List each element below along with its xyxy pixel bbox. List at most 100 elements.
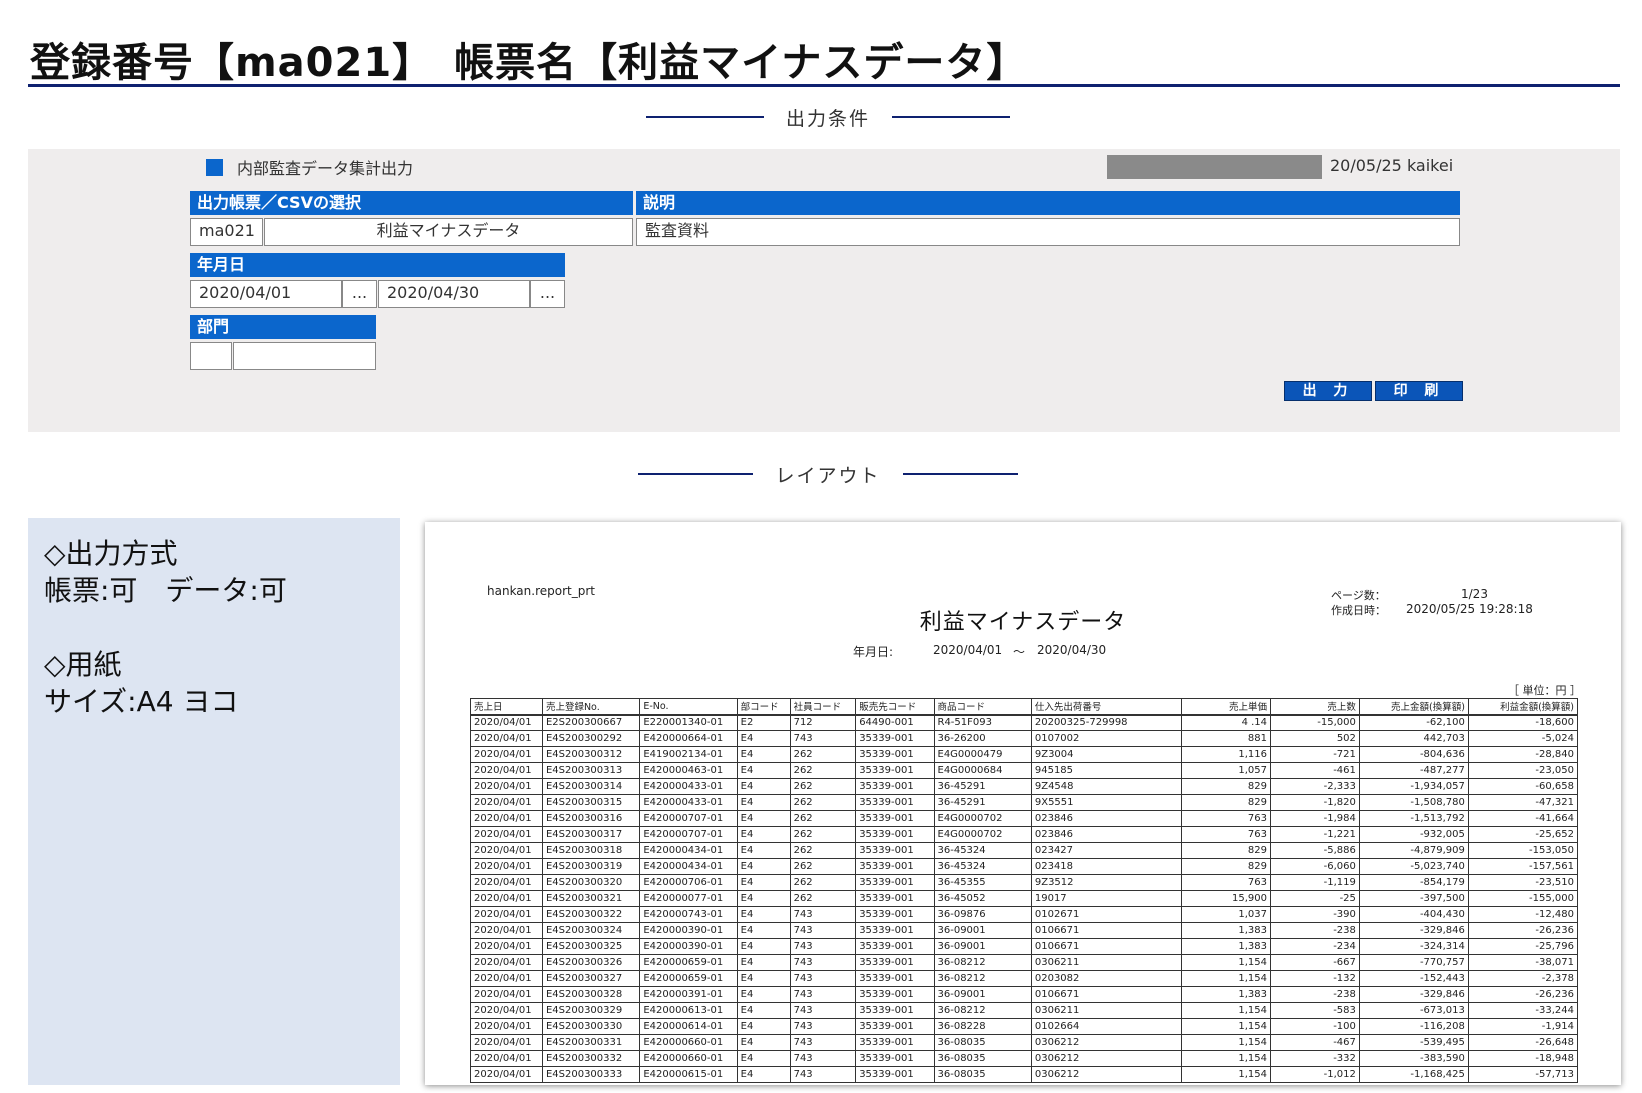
column-header: 売上金額(換算額) — [1358, 698, 1469, 715]
table-cell: E420000707-01 — [639, 810, 738, 827]
table-cell: 0203082 — [1030, 970, 1183, 987]
heading-line-right — [902, 473, 1018, 475]
table-cell: -1,221 — [1270, 826, 1360, 843]
paper-heading: ◇用紙 — [44, 648, 122, 681]
print-button[interactable]: 印 刷 — [1375, 381, 1463, 401]
table-cell: 35339-001 — [855, 794, 935, 811]
table-cell: -25,796 — [1467, 938, 1579, 955]
table-cell: E4S200300317 — [541, 826, 641, 843]
table-cell: 743 — [789, 1018, 857, 1035]
table-cell: E4 — [736, 746, 791, 763]
table-cell: 2020/04/01 — [470, 858, 543, 875]
table-cell: -467 — [1270, 1034, 1360, 1051]
table-cell: -854,179 — [1358, 874, 1469, 891]
table-cell: -1,513,792 — [1358, 810, 1469, 827]
page-title: 登録番号【ma021】 帳票名【利益マイナスデータ】 — [30, 40, 1028, 86]
table-cell: E420000390-01 — [639, 922, 738, 939]
report-preview: hankan.report_prt 利益マイナスデータ 年月日: 2020/04… — [425, 522, 1621, 1085]
table-cell: 743 — [789, 938, 857, 955]
table-cell: 881 — [1181, 730, 1272, 747]
table-cell: -6,060 — [1270, 858, 1360, 875]
date-to-picker-button[interactable]: ... — [530, 280, 565, 308]
table-cell: 35339-001 — [855, 970, 935, 987]
table-cell: E420000707-01 — [639, 826, 738, 843]
table-cell: 1,057 — [1181, 762, 1272, 779]
date-from-field[interactable]: 2020/04/01 — [190, 280, 342, 308]
table-cell: 35339-001 — [855, 890, 935, 907]
table-cell: 442,703 — [1358, 730, 1469, 747]
table-cell: -157,561 — [1467, 858, 1579, 875]
table-cell: 35339-001 — [855, 746, 935, 763]
table-cell: 0306212 — [1030, 1066, 1183, 1083]
table-cell: E420000743-01 — [639, 906, 738, 923]
table-cell: 1,154 — [1181, 1034, 1272, 1051]
department-code-field[interactable] — [190, 342, 232, 370]
table-cell: E4 — [736, 810, 791, 827]
table-row: 2020/04/01 E4S200300319 E420000434-01 E4 262… — [470, 858, 1579, 875]
table-cell: R4-51F093 — [933, 714, 1032, 731]
table-cell: E4 — [736, 938, 791, 955]
table-cell: 2020/04/01 — [470, 1018, 543, 1035]
table-cell: 262 — [789, 778, 857, 795]
table-cell: E4S200300331 — [541, 1034, 641, 1051]
table-cell: E4S200300332 — [541, 1050, 641, 1067]
table-cell: -41,664 — [1467, 810, 1579, 827]
table-cell: E4S200300322 — [541, 906, 641, 923]
table-cell: 1,037 — [1181, 906, 1272, 923]
section-heading-layout: レイアウト — [638, 459, 1018, 489]
table-cell: E4S200300318 — [541, 842, 641, 859]
table-cell: 829 — [1181, 794, 1272, 811]
table-row: 2020/04/01 E4S200300320 E420000706-01 E4 262… — [470, 874, 1579, 891]
table-cell: E2S200300667 — [541, 714, 641, 731]
table-row: 2020/04/01 E4S200300316 E420000707-01 E4 262… — [470, 810, 1579, 827]
report-date-to: 2020/04/30 — [1037, 643, 1107, 657]
table-cell: E4S200300329 — [541, 1002, 641, 1019]
column-header: 売上数 — [1270, 698, 1360, 715]
table-cell: -238 — [1270, 922, 1360, 939]
column-header: 利益金額(換算額) — [1467, 698, 1579, 715]
table-cell: -116,208 — [1358, 1018, 1469, 1035]
table-cell: 35339-001 — [855, 810, 935, 827]
table-cell: 35339-001 — [855, 1018, 935, 1035]
table-row: 2020/04/01 E4S200300329 E420000613-01 E4 743… — [470, 1002, 1579, 1019]
table-cell: 64490-001 — [855, 714, 935, 731]
table-cell: 35339-001 — [855, 954, 935, 971]
table-cell: E4 — [736, 842, 791, 859]
table-cell: E4S200300313 — [541, 762, 641, 779]
table-cell: -721 — [1270, 746, 1360, 763]
table-cell: -1,914 — [1467, 1018, 1579, 1035]
table-cell: 36-09876 — [933, 906, 1032, 923]
table-cell: 1,154 — [1181, 1066, 1272, 1083]
date-to-field[interactable]: 2020/04/30 — [378, 280, 530, 308]
table-cell: E4 — [736, 1018, 791, 1035]
table-cell: -1,168,425 — [1358, 1066, 1469, 1083]
table-cell: 35339-001 — [855, 762, 935, 779]
table-cell: E4 — [736, 1034, 791, 1051]
report-name-field[interactable]: 利益マイナスデータ — [264, 218, 633, 246]
table-cell: 35339-001 — [855, 858, 935, 875]
table-cell: E420000434-01 — [639, 858, 738, 875]
table-cell: 4 .14 — [1181, 714, 1272, 731]
report-program-name: hankan.report_prt — [487, 584, 595, 598]
department-name-field[interactable] — [233, 342, 376, 370]
report-page-label: ページ数： — [1331, 589, 1386, 602]
table-row: 2020/04/01 E4S200300315 E420000433-01 E4 262… — [470, 794, 1579, 811]
table-cell: E420000615-01 — [639, 1066, 738, 1083]
table-cell: 262 — [789, 826, 857, 843]
report-unit-label: ［ 単位：円 ］ — [1508, 684, 1581, 697]
output-button[interactable]: 出 力 — [1284, 381, 1372, 401]
table-cell: 35339-001 — [855, 730, 935, 747]
table-cell: E4S200300312 — [541, 746, 641, 763]
table-cell: -57,713 — [1467, 1066, 1579, 1083]
table-cell: 0306211 — [1030, 1002, 1183, 1019]
department-header: 部門 — [190, 315, 376, 339]
table-row: 2020/04/01 E4S200300313 E420000463-01 E4 262… — [470, 762, 1579, 779]
date-from-picker-button[interactable]: ... — [342, 280, 377, 308]
report-created-value: 2020/05/25 19:28:18 — [1406, 602, 1533, 616]
table-cell: -2,378 — [1467, 970, 1579, 987]
table-cell: 2020/04/01 — [470, 938, 543, 955]
report-code-field[interactable]: ma021 — [190, 218, 263, 246]
description-header: 説明 — [636, 191, 1460, 215]
table-cell: 35339-001 — [855, 1002, 935, 1019]
table-cell: E4S200300315 — [541, 794, 641, 811]
